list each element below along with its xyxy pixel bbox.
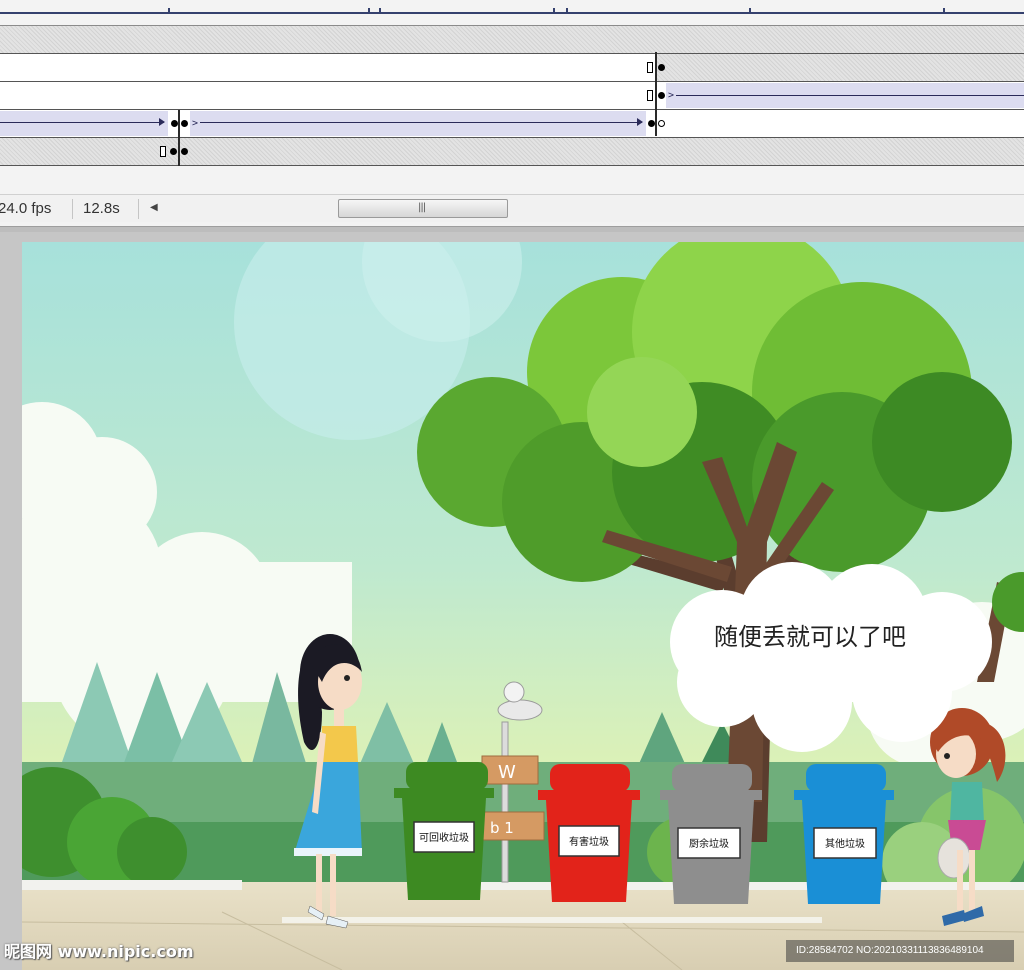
stage-canvas[interactable]: W b 1 可回收垃圾 有害垃圾 厨余垃圾 其他垃圾 随便丢就可以了吧 bbox=[22, 242, 1024, 970]
bin-lid bbox=[550, 764, 630, 792]
tween-start-icon: > bbox=[192, 118, 199, 129]
bin-label: 厨余垃圾 bbox=[689, 837, 729, 850]
bin-label: 有害垃圾 bbox=[569, 835, 609, 848]
tween-start-icon: > bbox=[668, 90, 675, 101]
speech-bubble-text: 随便丢就可以了吧 bbox=[714, 623, 906, 651]
playhead-marker bbox=[178, 110, 180, 166]
keyframe[interactable] bbox=[170, 148, 177, 155]
layer-row[interactable]: > bbox=[0, 110, 1024, 138]
keyframe[interactable] bbox=[658, 92, 665, 99]
ruler-baseline bbox=[0, 12, 1024, 14]
tween-arrow-icon bbox=[0, 118, 165, 126]
bin-lid bbox=[406, 762, 488, 790]
bin-recyclable[interactable]: 可回收垃圾 bbox=[394, 762, 494, 900]
bin-rim bbox=[660, 790, 762, 800]
ruler-marker bbox=[749, 8, 751, 14]
scroll-left-arrow-icon[interactable]: ◀ bbox=[150, 202, 158, 213]
signpost-bottom-text: b 1 bbox=[490, 819, 514, 837]
flash-editor-window: > > 24.0 fps 12.8s ◀ ||| W b 1 可回收垃圾 有害垃… bbox=[0, 0, 1024, 970]
bin-kitchen[interactable]: 厨余垃圾 bbox=[660, 764, 762, 904]
grip-icon: ||| bbox=[418, 202, 426, 213]
layer-row[interactable] bbox=[0, 138, 1024, 166]
layer-row[interactable] bbox=[0, 26, 1024, 54]
motion-tween[interactable] bbox=[0, 111, 168, 136]
tween-arrow-icon bbox=[200, 118, 643, 126]
ruler-marker bbox=[566, 8, 568, 14]
watermark-id: ID:28584702 NO:20210331113836489104 bbox=[786, 940, 1014, 962]
signpost-top-text: W bbox=[498, 762, 516, 783]
stage-area: W b 1 可回收垃圾 有害垃圾 厨余垃圾 其他垃圾 随便丢就可以了吧 bbox=[0, 232, 1024, 970]
bin-rim bbox=[394, 788, 494, 798]
tween-line bbox=[676, 95, 1024, 96]
blank-keyframe[interactable] bbox=[647, 90, 653, 101]
bin-label: 其他垃圾 bbox=[825, 837, 865, 850]
frame-ruler[interactable] bbox=[0, 0, 1024, 26]
ruler-marker bbox=[368, 8, 370, 14]
elapsed-time-readout: 12.8s bbox=[72, 199, 120, 219]
keyframe[interactable] bbox=[658, 64, 665, 71]
ruler-marker bbox=[168, 8, 170, 14]
bin-label: 可回收垃圾 bbox=[419, 831, 469, 844]
keyframe[interactable] bbox=[181, 148, 188, 155]
playhead[interactable] bbox=[655, 52, 657, 136]
timeline-scroll-thumb[interactable]: ||| bbox=[338, 199, 508, 218]
frame-rate-readout[interactable]: 24.0 fps bbox=[0, 199, 51, 219]
layer-row[interactable]: > bbox=[0, 82, 1024, 110]
watermark-brand: 昵图网 www.nipic.com bbox=[4, 942, 194, 961]
timeline-panel: > > 24.0 fps 12.8s ◀ ||| bbox=[0, 0, 1024, 226]
status-separator bbox=[138, 199, 139, 219]
ruler-marker bbox=[553, 8, 555, 14]
keyframe[interactable] bbox=[648, 120, 655, 127]
keyframe[interactable] bbox=[171, 120, 178, 127]
empty-frames bbox=[656, 54, 1024, 81]
timeline-status-bar: 24.0 fps 12.8s ◀ ||| bbox=[0, 194, 1024, 222]
bin-other[interactable]: 其他垃圾 bbox=[794, 764, 894, 904]
empty-keyframe[interactable] bbox=[658, 120, 665, 127]
bin-rim bbox=[794, 790, 894, 800]
bin-hazardous[interactable]: 有害垃圾 bbox=[538, 764, 640, 902]
layer-row[interactable] bbox=[0, 54, 1024, 82]
blank-keyframe[interactable] bbox=[160, 146, 166, 157]
ruler-marker bbox=[943, 8, 945, 14]
blank-keyframe[interactable] bbox=[647, 62, 653, 73]
motion-tween[interactable] bbox=[190, 111, 646, 136]
keyframe[interactable] bbox=[181, 120, 188, 127]
ruler-marker bbox=[379, 8, 381, 14]
bin-lid bbox=[806, 764, 886, 792]
bin-rim bbox=[538, 790, 640, 800]
bin-lid bbox=[672, 764, 752, 792]
